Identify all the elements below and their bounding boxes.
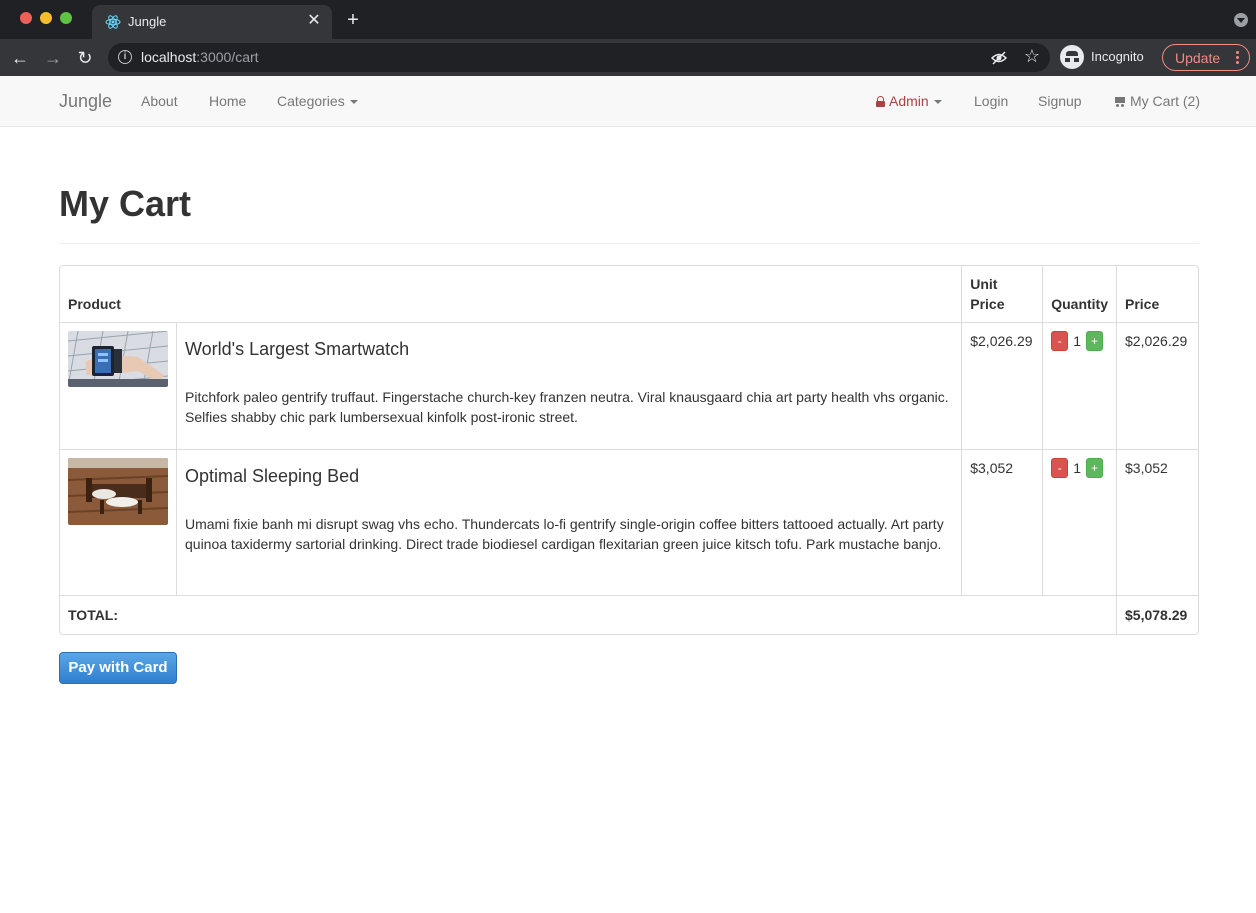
window-close-button[interactable] — [20, 12, 32, 24]
product-name[interactable]: Optimal Sleeping Bed — [185, 466, 953, 486]
caret-down-icon — [933, 100, 942, 105]
total-value: $5,078.29 — [1125, 607, 1188, 623]
tab-title: Jungle — [128, 14, 167, 29]
product-details-cell: Optimal Sleeping Bed Umami fixie banh mi… — [177, 450, 963, 596]
brand-link[interactable]: Jungle — [59, 91, 112, 112]
quantity-value: 1 — [1073, 333, 1082, 349]
back-button[interactable]: ← — [9, 47, 31, 69]
quantity-cell: - 1 + — [1043, 450, 1117, 596]
forward-button[interactable]: → — [42, 47, 64, 69]
bookmark-star-icon[interactable]: ☆ — [1024, 46, 1040, 67]
product-name[interactable]: World's Largest Smartwatch — [185, 339, 953, 359]
table-header-row: Product Unit Price Quantity Price — [60, 266, 1198, 323]
cart-table: Product Unit Price Quantity Price World'… — [59, 265, 1199, 635]
header-product: Product — [60, 266, 963, 323]
product-image-cell — [60, 323, 177, 450]
new-tab-button[interactable]: + — [343, 10, 363, 30]
browser-tab[interactable]: Jungle ✕ — [92, 5, 332, 39]
window-minimize-button[interactable] — [40, 12, 52, 24]
eye-slash-icon[interactable] — [990, 49, 1008, 67]
nav-cart-label: My Cart (2) — [1130, 93, 1200, 109]
quantity-stepper: - 1 + — [1051, 331, 1108, 351]
product-image-smartwatch[interactable] — [67, 330, 169, 388]
site-navbar: Jungle About Home Categories Admin Login… — [0, 76, 1256, 127]
window-maximize-button[interactable] — [60, 12, 72, 24]
header-unit-price: Unit Price — [962, 266, 1044, 323]
nav-home[interactable]: Home — [209, 93, 246, 109]
page-title: My Cart — [59, 183, 192, 224]
nav-categories-label: Categories — [277, 93, 345, 109]
unit-price-cell: $3,052 — [962, 450, 1044, 596]
quantity-stepper: - 1 + — [1051, 458, 1108, 478]
close-tab-icon[interactable]: ✕ — [304, 11, 324, 31]
update-button[interactable]: Update — [1162, 44, 1250, 71]
nav-about[interactable]: About — [141, 93, 178, 109]
react-icon — [105, 15, 121, 29]
caret-down-icon — [349, 100, 358, 105]
nav-login[interactable]: Login — [974, 93, 1008, 109]
nav-signup[interactable]: Signup — [1038, 93, 1082, 109]
nav-my-cart[interactable]: My Cart (2) — [1113, 93, 1200, 109]
url-host: localhost — [141, 49, 197, 65]
browser-tab-bar: Jungle ✕ + — [0, 0, 1256, 39]
product-details-cell: World's Largest Smartwatch Pitchfork pal… — [177, 323, 963, 450]
increase-quantity-button[interactable]: + — [1086, 458, 1104, 478]
pay-with-card-button[interactable]: Pay with Card — [59, 652, 177, 684]
table-row: Optimal Sleeping Bed Umami fixie banh mi… — [60, 450, 1198, 596]
update-label: Update — [1175, 50, 1221, 66]
nav-admin-label: Admin — [889, 93, 929, 109]
line-price-cell: $2,026.29 — [1117, 323, 1198, 450]
unit-price-cell: $2,026.29 — [962, 323, 1044, 450]
url-path: :3000/cart — [196, 49, 259, 65]
url-text: localhost:3000/cart — [141, 49, 259, 65]
shopping-cart-icon — [1113, 96, 1126, 107]
product-description: Pitchfork paleo gentrify truffaut. Finge… — [185, 389, 949, 425]
nav-admin-dropdown[interactable]: Admin — [876, 93, 942, 109]
line-price-cell: $3,052 — [1117, 450, 1198, 596]
header-price: Price — [1117, 266, 1198, 323]
quantity-cell: - 1 + — [1043, 323, 1117, 450]
product-image-bed[interactable] — [67, 458, 169, 525]
site-info-icon[interactable]: i — [118, 50, 132, 64]
reload-button[interactable]: ↻ — [74, 47, 96, 69]
total-row: TOTAL: $5,078.29 — [60, 596, 1198, 634]
browser-toolbar: ← → ↻ i localhost:3000/cart ☆ Incognito … — [0, 39, 1256, 76]
increase-quantity-button[interactable]: + — [1086, 331, 1104, 351]
product-description: Umami fixie banh mi disrupt swag vhs ech… — [185, 516, 944, 552]
incognito-label: Incognito — [1091, 49, 1144, 64]
title-divider — [59, 243, 1199, 244]
lock-icon — [876, 96, 885, 107]
tab-search-icon[interactable] — [1234, 13, 1248, 27]
incognito-indicator[interactable]: Incognito — [1060, 44, 1157, 71]
product-image-cell — [60, 450, 177, 596]
header-quantity: Quantity — [1043, 266, 1117, 323]
nav-categories-dropdown[interactable]: Categories — [277, 93, 358, 109]
more-vert-icon — [1236, 51, 1239, 65]
decrease-quantity-button[interactable]: - — [1051, 458, 1069, 478]
incognito-icon — [1060, 45, 1084, 69]
total-label: TOTAL: — [60, 596, 1117, 634]
quantity-value: 1 — [1073, 460, 1082, 476]
decrease-quantity-button[interactable]: - — [1051, 331, 1069, 351]
table-row: World's Largest Smartwatch Pitchfork pal… — [60, 323, 1198, 450]
address-bar[interactable]: i localhost:3000/cart ☆ — [108, 43, 1050, 72]
